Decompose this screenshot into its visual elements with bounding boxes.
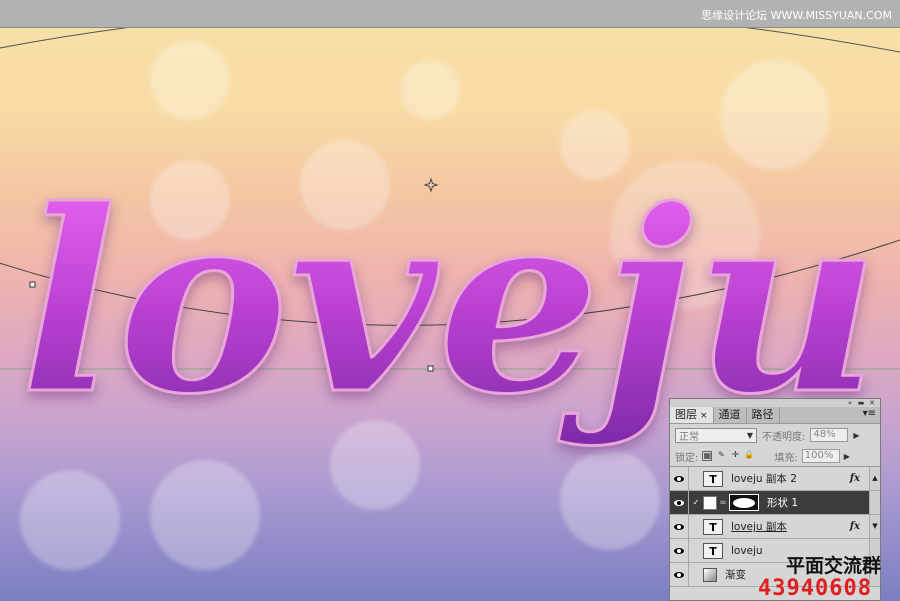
chain-link-icon[interactable]: ∞ [719, 498, 727, 508]
visibility-eye-icon[interactable] [670, 539, 689, 562]
layer-name: loveju [731, 544, 763, 557]
blend-row: 正常 ▼ 不透明度: 48% ▶ [670, 424, 880, 446]
tab-channels[interactable]: 通道 [714, 407, 747, 423]
layer-name: 形状 1 [767, 497, 799, 509]
lock-move-icon[interactable]: ✛ [730, 451, 740, 461]
watermark-top: 思缘设计论坛 WWW.MISSYUAN.COM [701, 9, 892, 22]
opacity-label: 不透明度: [762, 431, 806, 443]
tab-paths[interactable]: 路径 [747, 407, 780, 423]
opacity-input[interactable]: 48% [810, 428, 849, 442]
layer-name: loveju 副本 2 [731, 473, 797, 485]
blend-mode-select[interactable]: 正常 ▼ [675, 427, 757, 443]
text-layer-icon: T [703, 542, 723, 559]
scroll-down-icon[interactable]: ▼ [869, 515, 880, 538]
fill-label: 填充: [774, 452, 798, 464]
text-layer-icon: T [703, 518, 723, 535]
lock-row: 锁定: ▦ ✎ ✛ 🔒 填充: 100% ▶ [670, 446, 880, 467]
brush-icon: ✓ [692, 498, 700, 507]
lock-transparent-icon[interactable]: ▦ [702, 451, 713, 461]
visibility-eye-icon[interactable] [670, 491, 689, 514]
watermark-group-title: 平面交流群 [786, 555, 882, 577]
layer-row-selected[interactable]: ✓ ∞ 形状 1 [670, 491, 880, 515]
fill-slider-arrow-icon[interactable]: ▶ [844, 452, 850, 461]
visibility-eye-icon[interactable] [670, 563, 689, 586]
close-icon[interactable]: × [700, 411, 708, 421]
minimize-icon[interactable]: ▬ [857, 400, 865, 407]
chevron-down-icon: ▼ [746, 430, 754, 440]
lock-all-icon[interactable]: 🔒 [744, 451, 754, 461]
lock-label: 锁定: [675, 452, 699, 464]
fx-icon[interactable]: fx [850, 521, 860, 532]
opacity-slider-arrow-icon[interactable]: ▶ [853, 431, 859, 440]
layer-name: 渐变 [725, 569, 746, 581]
panel-menu-icon[interactable]: ▾≡ [859, 407, 880, 423]
visibility-eye-icon[interactable] [670, 467, 689, 490]
panel-tabs: 图层 × 通道 路径 ▾≡ [670, 407, 880, 424]
panel-title-bar: « ▬ ✕ [670, 399, 880, 407]
tab-layers[interactable]: 图层 × [670, 407, 714, 423]
layer-row[interactable]: T loveju 副本 2 fx ▲ [670, 467, 880, 491]
lock-brush-icon[interactable]: ✎ [716, 451, 726, 461]
layer-name: loveju 副本 [731, 521, 787, 533]
watermark-group-number: 43940608 [758, 576, 872, 601]
visibility-eye-icon[interactable] [670, 515, 689, 538]
fx-icon[interactable]: fx [850, 473, 860, 484]
vector-mask-thumbnail[interactable] [729, 494, 759, 511]
text-layer-icon: T [703, 470, 723, 487]
fill-input[interactable]: 100% [801, 449, 840, 463]
close-icon[interactable]: ✕ [868, 400, 876, 407]
layer-row[interactable]: T loveju 副本 fx ▼ [670, 515, 880, 539]
collapse-icon[interactable]: « [846, 400, 854, 407]
layer-thumbnail [703, 495, 717, 510]
gradient-fill-icon [703, 567, 717, 582]
scrollbar-track[interactable] [869, 491, 880, 514]
scroll-up-icon[interactable]: ▲ [869, 467, 880, 490]
